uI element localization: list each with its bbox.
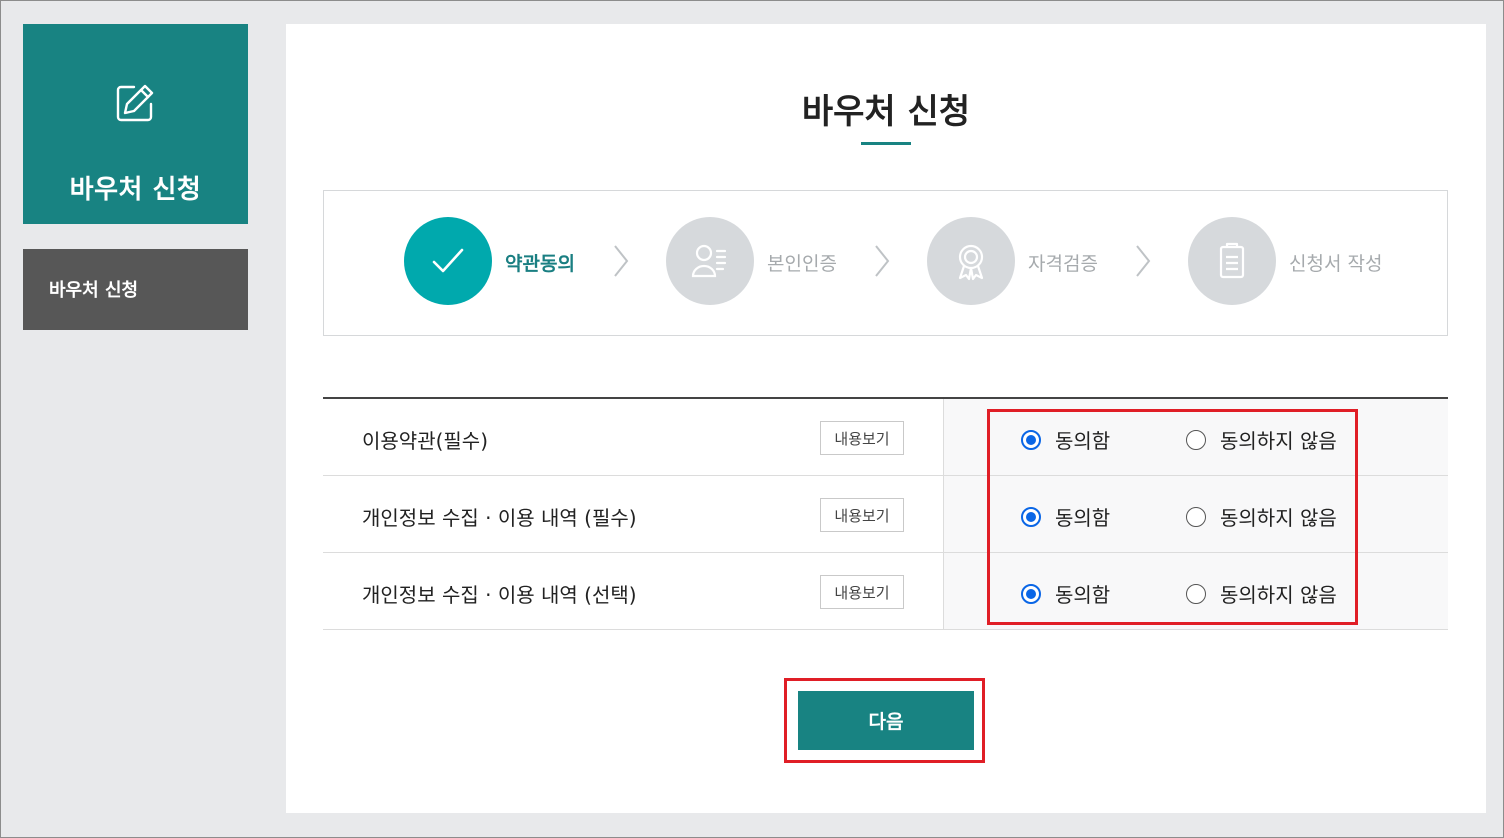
next-button[interactable]: 다음 — [798, 691, 974, 750]
step-circle — [666, 217, 754, 305]
edit-icon — [116, 84, 154, 122]
term-label: 개인정보 수집 · 이용 내역 (선택) — [362, 583, 637, 607]
window-frame: 바우처 신청 바우처 신청 바우처 신청 약관동의 본인인증 자격검증 신청서 … — [0, 0, 1504, 838]
view-terms-button[interactable]: 내용보기 — [820, 498, 904, 532]
award-icon — [958, 244, 984, 281]
step-label: 본인인증 — [767, 253, 837, 275]
step-label: 자격검증 — [1028, 253, 1098, 275]
identity-icon — [691, 244, 727, 278]
chevron-right-icon — [1136, 245, 1151, 277]
page-title: 바우처 신청 — [801, 92, 971, 132]
term-cell: 이용약관(필수) 내용보기 — [323, 399, 943, 475]
step-circle — [927, 217, 1015, 305]
chevron-right-icon — [875, 245, 890, 277]
progress-stepper: 약관동의 본인인증 자격검증 신청서 작성 — [323, 190, 1448, 336]
radio-highlight-box — [987, 409, 1358, 625]
step-circle — [404, 217, 492, 305]
sidebar-title: 바우처 신청 — [69, 175, 202, 205]
view-terms-button[interactable]: 내용보기 — [820, 575, 904, 609]
term-cell: 개인정보 수집 · 이용 내역 (필수) 내용보기 — [323, 476, 943, 552]
check-icon — [432, 248, 464, 273]
step-label: 약관동의 — [505, 253, 575, 275]
chevron-right-icon — [614, 245, 629, 277]
view-terms-button[interactable]: 내용보기 — [820, 421, 904, 455]
title-underline — [861, 142, 911, 145]
term-label: 이용약관(필수) — [362, 429, 489, 453]
clipboard-icon — [1219, 242, 1245, 279]
step-circle — [1188, 217, 1276, 305]
sidebar-header: 바우처 신청 — [23, 24, 248, 224]
term-label: 개인정보 수집 · 이용 내역 (필수) — [362, 506, 637, 530]
step-label: 신청서 작성 — [1289, 253, 1383, 275]
sidebar-item-voucher-apply[interactable]: 바우처 신청 — [23, 249, 248, 330]
term-cell: 개인정보 수집 · 이용 내역 (선택) 내용보기 — [323, 553, 943, 629]
